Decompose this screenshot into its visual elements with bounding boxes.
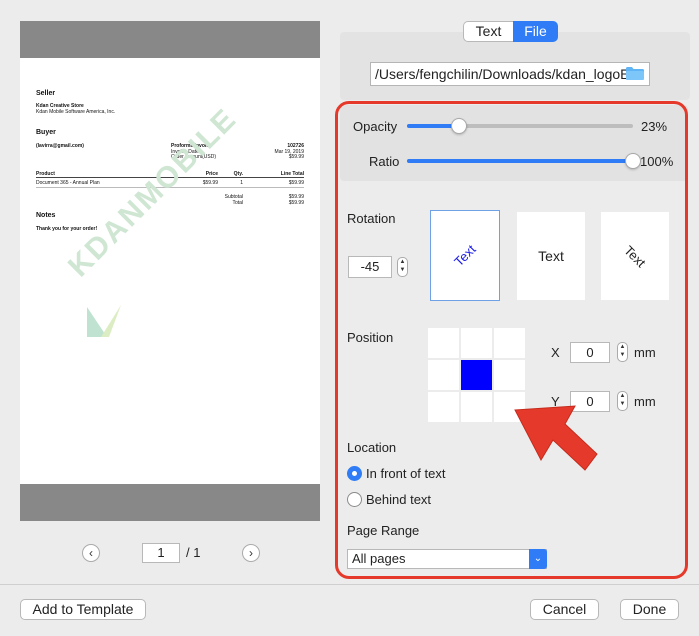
front-of-text-radio[interactable] [347,466,362,481]
done-button[interactable]: Done [620,599,679,620]
front-of-text-label: In front of text [366,466,446,481]
notes-text: Thank you for your order! [36,226,98,232]
slider-panel [340,105,688,181]
behind-text-radio[interactable] [347,492,362,507]
rotation-preview-text: Text [538,248,564,264]
page-number-input[interactable]: 1 [142,543,180,563]
bottom-divider [0,584,699,585]
page-range-label: Page Range [347,523,420,538]
seller-company: Kdan Mobile Software America, Inc. [36,109,116,115]
chevron-left-icon: ‹ [89,546,93,560]
stepper-down-icon: ▼ [619,352,626,358]
item-price: $59.99 [202,180,218,186]
position-cell-7[interactable] [461,392,492,422]
preview-page: Seller Kdan Creative Store Kdan Mobile S… [20,58,320,484]
x-stepper[interactable]: ▲ ▼ [617,342,628,362]
stepper-up-icon: ▲ [399,259,406,265]
add-to-template-button[interactable]: Add to Template [20,599,146,620]
ratio-slider-fill [407,159,633,163]
notes-heading: Notes [36,212,56,219]
position-cell-3[interactable] [428,360,459,390]
stepper-down-icon: ▼ [619,401,626,407]
y-stepper[interactable]: ▲ ▼ [617,391,628,411]
pointer-arrow-icon [514,405,598,471]
total-value: $59.99 [288,200,304,206]
ratio-label: Ratio [369,154,400,169]
x-unit: mm [634,345,656,360]
rotation-preview-text: Text [451,241,479,270]
y-unit: mm [634,394,656,409]
stepper-up-icon: ▲ [619,393,626,399]
opacity-slider-knob[interactable] [450,118,467,134]
item-name: Document 365 - Annual Plan [36,180,100,186]
rotation-stepper[interactable]: ▲ ▼ [397,257,408,277]
position-cell-1[interactable] [461,328,492,358]
opacity-label: Opacity [353,119,398,134]
total-label: Total [232,200,243,206]
seller-heading: Seller [36,90,56,97]
cancel-button[interactable]: Cancel [530,599,599,620]
rotation-option-neg45[interactable]: Text [430,210,500,301]
position-cell-5[interactable] [494,360,525,390]
x-position-input[interactable]: 0 [570,342,610,363]
rotation-option-0[interactable]: Text [517,212,585,300]
file-path-input[interactable]: /Users/fengchilin/Downloads/kdan_logoE [370,62,650,86]
chevron-down-icon[interactable]: ⌄ [529,549,547,569]
stepper-down-icon: ▼ [399,267,406,273]
page-total: / 1 [186,545,201,560]
position-label: Position [347,330,394,345]
next-page-button[interactable]: › [242,544,260,562]
stepper-up-icon: ▲ [619,344,626,350]
prev-page-button[interactable]: ‹ [82,544,100,562]
ratio-slider-knob[interactable] [625,153,641,169]
behind-text-label: Behind text [366,492,432,507]
position-cell-0[interactable] [428,328,459,358]
folder-icon[interactable] [626,67,644,80]
rotation-label: Rotation [347,211,396,226]
page-range-select[interactable]: All pages [347,549,547,569]
item-qty: 1 [240,180,243,186]
rotation-preview-text: Text [621,242,649,270]
ratio-value: 100% [640,154,674,169]
position-cell-6[interactable] [428,392,459,422]
item-total: $59.99 [288,180,304,186]
tab-text[interactable]: Text [463,21,513,42]
position-cell-4[interactable] [461,360,492,390]
opacity-value: 23% [641,119,668,134]
order-amount: $59.99 [288,154,304,160]
position-cell-2[interactable] [494,328,525,358]
location-label: Location [347,440,397,455]
rotation-input[interactable]: -45 [348,256,392,278]
buyer-heading: Buyer [36,129,56,136]
buyer-email: (lavirra@gmail.com) [36,143,84,149]
rotation-option-45[interactable]: Text [601,212,669,300]
x-label: X [551,345,560,360]
tab-file[interactable]: File [513,21,558,42]
kdan-logo-icon [87,305,121,337]
chevron-right-icon: › [249,546,253,560]
